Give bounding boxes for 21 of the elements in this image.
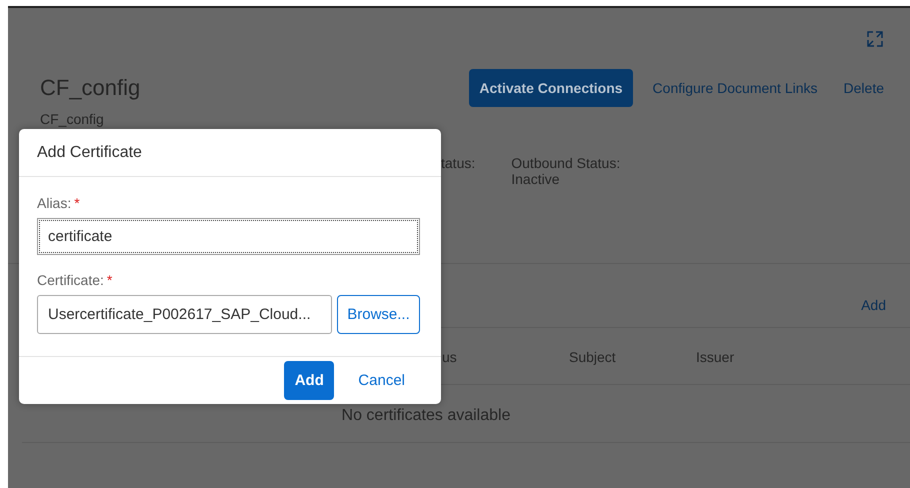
expand-icon[interactable] bbox=[866, 30, 884, 48]
column-header: Issuer bbox=[696, 349, 736, 365]
dialog-title: Add Certificate bbox=[19, 129, 441, 177]
alias-field[interactable]: certificate bbox=[37, 218, 420, 255]
column-header: us bbox=[442, 349, 458, 365]
activate-button[interactable]: Activate Connections bbox=[469, 69, 633, 107]
column-header: Subject bbox=[569, 349, 617, 365]
page-title: CF_config bbox=[40, 75, 142, 101]
add-button[interactable]: Add bbox=[284, 361, 334, 400]
status-label: tatus: bbox=[441, 155, 476, 171]
field-label: Certificate: bbox=[37, 272, 104, 288]
required-mark: * bbox=[106, 272, 112, 288]
required-mark: * bbox=[74, 195, 80, 211]
page-subtitle: CF_config bbox=[39, 110, 105, 127]
cancel-button[interactable]: Cancel bbox=[348, 361, 415, 400]
status-value: Inactive bbox=[511, 171, 560, 187]
status-label: Outbound Status: bbox=[511, 155, 620, 171]
empty-message: No certificates available bbox=[342, 407, 510, 425]
field-label: Alias: bbox=[37, 195, 72, 211]
browse-button[interactable]: Browse... bbox=[337, 295, 420, 334]
file-field[interactable]: Usercertificate_P002617_SAP_Cloud... bbox=[37, 295, 332, 334]
